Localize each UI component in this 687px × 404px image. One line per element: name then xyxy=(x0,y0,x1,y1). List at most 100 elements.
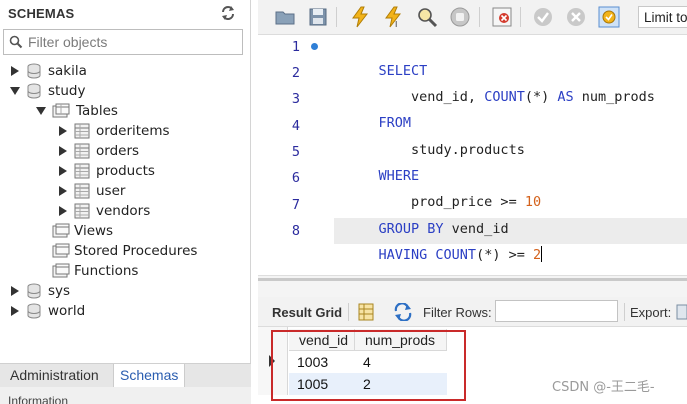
tree-node-functions[interactable]: Functions xyxy=(52,261,138,281)
schema-node-study[interactable]: study xyxy=(10,81,85,101)
navigator-panel: SCHEMAS sakila study xyxy=(0,0,251,404)
splitter-bar[interactable] xyxy=(258,278,687,281)
table-icon xyxy=(74,123,90,139)
code-line-4: study.products xyxy=(346,114,525,158)
table-node-products[interactable]: products xyxy=(58,161,155,181)
tree-label: Functions xyxy=(74,263,139,279)
sql-editor-toolbar: I Limit to xyxy=(258,0,687,35)
operator: (*) >= xyxy=(476,247,533,263)
explain-magnifier-icon[interactable] xyxy=(416,6,438,28)
database-icon xyxy=(27,63,41,79)
expand-arrow-icon[interactable] xyxy=(58,186,68,196)
tab-administration[interactable]: Administration xyxy=(4,364,105,388)
functions-folder-icon xyxy=(52,263,70,278)
table-icon xyxy=(74,163,90,179)
rollback-x-icon[interactable] xyxy=(565,6,587,28)
navigator-title: SCHEMAS xyxy=(8,6,75,21)
stop-hand-icon[interactable] xyxy=(449,6,471,28)
table-label: orders xyxy=(96,143,140,159)
refresh-icon[interactable] xyxy=(220,5,236,21)
schema-node-sakila[interactable]: sakila xyxy=(10,61,87,81)
table-node-user[interactable]: user xyxy=(58,181,125,201)
execute-lightning-icon[interactable] xyxy=(349,6,371,28)
line-number: 4 xyxy=(291,118,300,134)
code-line-5: WHERE xyxy=(346,140,420,184)
expand-arrow-icon[interactable] xyxy=(10,306,20,316)
table-node-orderitems[interactable]: orderitems xyxy=(58,121,170,141)
filter-rows-input[interactable] xyxy=(495,300,618,322)
expand-arrow-icon[interactable] xyxy=(10,286,20,296)
toolbar-separator xyxy=(336,7,337,27)
expand-arrow-icon[interactable] xyxy=(58,206,68,216)
navigator-header: SCHEMAS xyxy=(0,0,251,28)
table-icon xyxy=(74,203,90,219)
table-node-vendors[interactable]: vendors xyxy=(58,201,150,221)
toolbar-separator xyxy=(520,7,521,27)
filter-rows-label: Filter Rows: xyxy=(423,305,492,320)
tree-node-tables[interactable]: Tables xyxy=(36,101,118,121)
toolbar-separator xyxy=(479,7,480,27)
autocommit-toggle-icon[interactable] xyxy=(598,6,620,28)
table-node-orders[interactable]: orders xyxy=(58,141,139,161)
svg-text:I: I xyxy=(395,20,397,28)
tree-node-views[interactable]: Views xyxy=(52,221,113,241)
open-folder-icon[interactable] xyxy=(274,6,296,28)
schema-node-sys[interactable]: sys xyxy=(10,281,70,301)
tree-label: Views xyxy=(74,223,114,239)
collapse-arrow-icon[interactable] xyxy=(10,86,20,96)
filter-objects-box xyxy=(3,29,243,55)
procedures-folder-icon xyxy=(52,243,70,258)
tree-node-stored-procedures[interactable]: Stored Procedures xyxy=(52,241,197,261)
table-reference: study.products xyxy=(411,142,525,158)
filter-objects-input[interactable] xyxy=(28,33,238,51)
statement-marker-icon xyxy=(311,43,318,50)
table-icon xyxy=(74,183,90,199)
schema-node-world[interactable]: world xyxy=(10,301,85,321)
line-number: 6 xyxy=(291,170,300,186)
expand-arrow-icon[interactable] xyxy=(10,66,20,76)
collapse-arrow-icon[interactable] xyxy=(36,106,46,116)
code-line-2: vend_id, COUNT(*) AS num_prods xyxy=(346,61,655,105)
expand-arrow-icon[interactable] xyxy=(58,166,68,176)
search-icon xyxy=(9,35,23,49)
editor-results-splitter[interactable] xyxy=(258,275,687,297)
schema-label: sakila xyxy=(48,63,87,79)
tab-schemas[interactable]: Schemas xyxy=(113,364,185,388)
export-icon[interactable] xyxy=(676,302,687,322)
commit-check-icon[interactable] xyxy=(532,6,554,28)
execute-current-icon[interactable]: I xyxy=(382,6,404,28)
keyword-having: HAVING xyxy=(378,247,428,263)
tab-result-grid[interactable]: Result Grid xyxy=(272,305,342,320)
tree-label: Stored Procedures xyxy=(74,243,198,259)
alias: num_prods xyxy=(573,89,655,105)
code-line-7: GROUP BY vend_id xyxy=(346,193,509,237)
line-number: 1 xyxy=(291,39,300,55)
line-number-gutter: 1 2 3 4 5 6 7 8 xyxy=(258,35,334,275)
tree-label: Tables xyxy=(76,103,118,119)
database-icon xyxy=(27,83,41,99)
watermark: CSDN @-王二毛- xyxy=(552,380,655,395)
refresh-arrows-icon[interactable] xyxy=(393,303,413,321)
table-icon xyxy=(74,143,90,159)
expand-arrow-icon[interactable] xyxy=(58,146,68,156)
expand-arrow-icon[interactable] xyxy=(58,126,68,136)
text-caret xyxy=(541,246,543,262)
information-panel: Information xyxy=(0,387,251,404)
save-icon[interactable] xyxy=(307,6,329,28)
line-number: 2 xyxy=(291,65,300,81)
number-literal: 2 xyxy=(532,247,542,263)
operator: (*) xyxy=(524,89,558,105)
grid-view-icon[interactable] xyxy=(357,303,375,321)
table-label: products xyxy=(96,163,155,179)
toolbar-separator xyxy=(348,303,349,321)
limit-rows-select[interactable]: Limit to xyxy=(638,6,687,28)
schema-label: sys xyxy=(48,283,71,299)
toggle-error-icon[interactable] xyxy=(491,6,513,28)
table-label: orderitems xyxy=(96,123,170,139)
identifier: vend_id, xyxy=(411,89,485,105)
tables-folder-icon xyxy=(52,103,70,118)
sql-editor[interactable]: 1 2 3 4 5 6 7 8 SELECT vend_id, COUNT(*)… xyxy=(258,35,687,275)
views-folder-icon xyxy=(52,223,70,238)
table-label: vendors xyxy=(96,203,151,219)
function-count: COUNT xyxy=(484,89,525,105)
